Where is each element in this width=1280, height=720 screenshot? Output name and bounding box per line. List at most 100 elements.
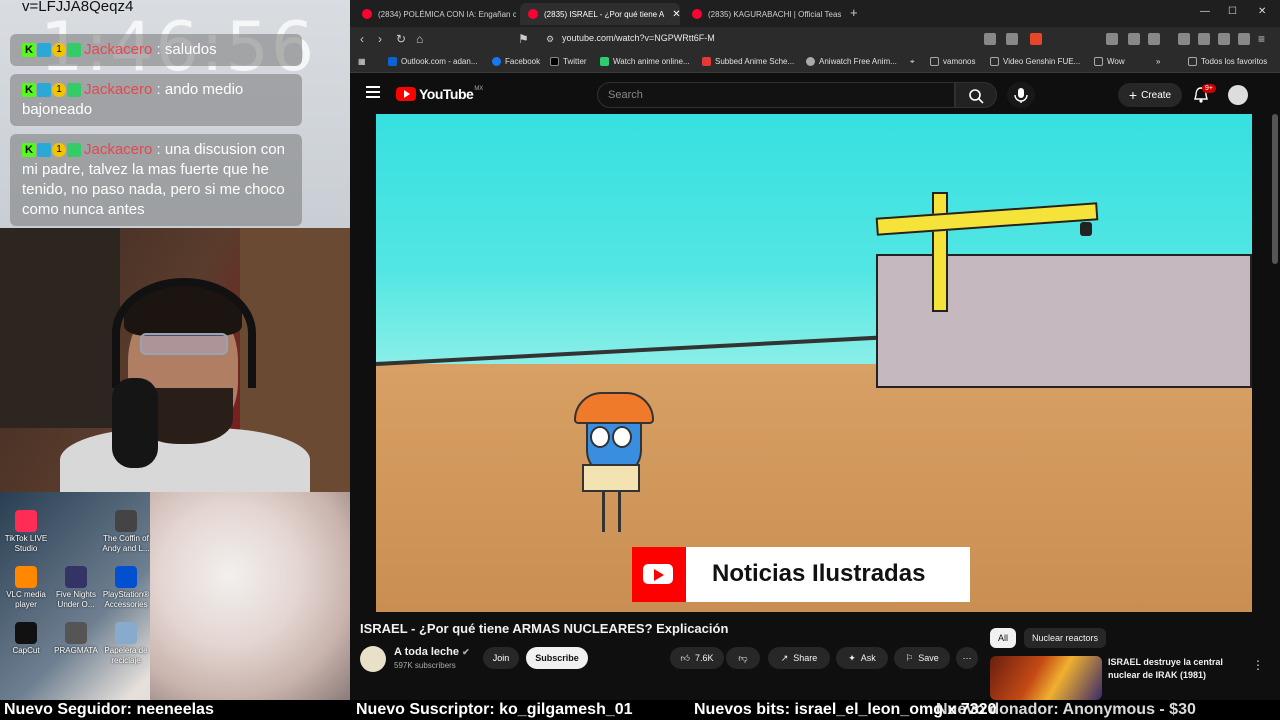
url-input[interactable]: youtube.com/watch?v=NGPWRtt6F-M	[562, 33, 715, 43]
brave-shield-icon[interactable]	[1030, 33, 1042, 45]
channel-name[interactable]: A toda leche ✔	[394, 646, 470, 658]
share-button[interactable]: ↗ Share	[768, 647, 830, 669]
share-icon: ↗	[780, 652, 789, 663]
stream-ticker: Nuevo Seguidor: neeneelas Nuevo Suscript…	[0, 700, 1280, 720]
bookmark-watch-anime[interactable]: Watch anime online...	[600, 57, 690, 66]
chat-message: K 1 Jackacero : ando medio bajoneado	[10, 74, 302, 127]
back-icon[interactable]: ‹	[360, 32, 364, 46]
desktop-icon[interactable]: TikTok LIVE Studio	[0, 510, 56, 554]
account-avatar[interactable]	[1228, 85, 1248, 105]
chat-username: Jackacero	[84, 81, 153, 98]
chat-message: K 1 Jackacero : una discusion con mi padre…	[10, 134, 302, 227]
minimize-icon[interactable]: —	[1200, 6, 1210, 17]
chat-username: Jackacero	[84, 141, 153, 158]
tab-kagurabachi[interactable]: (2835) KAGURABACHI | Official Teas	[684, 3, 846, 25]
bookmarks-bar: ▦ Outlook.com - adan... Facebook Twitter…	[350, 53, 1280, 73]
pin-icon[interactable]: ⌖	[910, 57, 915, 67]
more-actions-icon[interactable]: ⋯	[956, 647, 978, 669]
music-icon[interactable]	[1178, 33, 1190, 45]
bookmark-folder-wow[interactable]: Wow	[1094, 57, 1125, 66]
sidebar-icon[interactable]	[1148, 33, 1160, 45]
chat-username: Jackacero	[84, 41, 153, 58]
search-input[interactable]: Search	[597, 82, 955, 108]
webcam-feed	[0, 228, 350, 492]
reload-icon[interactable]: ↻	[396, 32, 406, 46]
stream-overlay: v=LFJJA8Qeqz4 1:46:56 K1Jackacero : salu…	[0, 0, 350, 700]
new-tab-icon[interactable]: +	[850, 5, 858, 20]
desktop-icon[interactable]: The Coffin of Andy and L...	[96, 510, 156, 554]
recommended-more-icon[interactable]: ⋮	[1252, 658, 1264, 672]
forward-icon[interactable]: ›	[378, 32, 382, 46]
youtube-header: YouTube MX Search + Create 9+	[350, 74, 1280, 114]
puzzle-icon[interactable]	[1128, 33, 1140, 45]
microphone-icon	[1014, 88, 1028, 103]
menu-icon[interactable]: ≡	[1258, 32, 1265, 46]
vpn-icon[interactable]	[1238, 33, 1250, 45]
youtube-favicon-icon	[362, 9, 372, 19]
maximize-icon[interactable]: ☐	[1228, 6, 1237, 17]
recommended-thumbnail[interactable]	[990, 656, 1102, 700]
chat-panel: v=LFJJA8Qeqz4 1:46:56 K1Jackacero : salu…	[0, 0, 350, 228]
close-tab-icon[interactable]: ✕	[672, 9, 680, 20]
notification-count-badge: 9+	[1202, 84, 1216, 93]
leo-icon[interactable]	[1218, 33, 1230, 45]
youtube-play-icon	[396, 87, 416, 101]
extension-icon[interactable]	[1106, 33, 1118, 45]
share-page-icon[interactable]	[1006, 33, 1018, 45]
thumbs-down-icon: 👎︎	[738, 652, 748, 663]
create-button[interactable]: + Create	[1118, 83, 1182, 107]
bookmark-icon[interactable]: ⚑	[518, 32, 529, 46]
chip-all[interactable]: All	[990, 628, 1017, 648]
chat-badges: K1	[22, 140, 82, 160]
wallet-icon[interactable]	[1198, 33, 1210, 45]
channel-avatar[interactable]	[360, 646, 386, 672]
home-icon[interactable]: ⌂	[416, 32, 423, 46]
plus-icon: +	[1128, 87, 1138, 103]
microphone	[112, 378, 158, 468]
browser-window: (2834) POLÉMICA CON IA: Engañan c (2835)…	[350, 0, 1280, 700]
video-player[interactable]: Noticias Ilustradas	[376, 114, 1252, 612]
voice-search-button[interactable]	[1007, 82, 1035, 108]
join-button[interactable]: Join	[483, 647, 519, 669]
bookmark-outlook[interactable]: Outlook.com - adan...	[388, 57, 477, 66]
search-icon	[969, 89, 984, 104]
ask-button[interactable]: ✦ Ask	[836, 647, 888, 669]
video-title: ISRAEL - ¿Por qué tiene ARMAS NUCLEARES?…	[360, 621, 729, 636]
bookmark-twitter[interactable]: Twitter	[550, 57, 587, 66]
recommended-title[interactable]: ISRAEL destruye la central nuclear de IR…	[1108, 656, 1248, 682]
subscribe-button[interactable]: Subscribe	[526, 647, 588, 669]
screen-icon[interactable]	[984, 33, 996, 45]
bookmark-save-icon: ⚐	[905, 652, 914, 663]
crane-illustration	[932, 192, 948, 312]
dislike-button[interactable]: 👎︎	[726, 647, 760, 669]
chip-nuclear-reactors[interactable]: Nuclear reactors	[1024, 628, 1107, 648]
thumbs-up-icon: 👍︎	[680, 652, 690, 663]
sparkle-icon: ✦	[848, 652, 856, 663]
chat-badges: K1	[22, 40, 82, 60]
save-button[interactable]: ⚐ Save	[894, 647, 950, 669]
tab-polemica[interactable]: (2834) POLÉMICA CON IA: Engañan c	[354, 3, 516, 25]
chat-message: K 1 Jackacero : saludos	[10, 34, 302, 67]
bookmark-folder-genshin[interactable]: Video Genshin FUE...	[990, 57, 1080, 66]
desktop-icon[interactable]: Papelera de reciclaje	[96, 622, 156, 666]
more-bookmarks-icon[interactable]: »	[1156, 57, 1160, 66]
desktop-icon[interactable]: PlayStation® Accessories	[96, 566, 156, 610]
apps-icon[interactable]: ▦	[358, 57, 366, 66]
bookmark-folder-vamonos[interactable]: vamonos	[930, 57, 975, 66]
hamburger-menu-icon[interactable]	[366, 86, 380, 98]
tab-israel[interactable]: (2835) ISRAEL - ¿Por qué tiene A ✕	[520, 3, 680, 25]
like-button[interactable]: 👍︎ 7.6K	[670, 647, 724, 669]
search-button[interactable]	[955, 82, 997, 108]
recommended-video[interactable]: ISRAEL destruye la central nuclear de IR…	[990, 656, 1280, 700]
bookmark-all-favorites[interactable]: Todos los favoritos	[1188, 57, 1267, 66]
chat-text: : saludos	[156, 41, 217, 58]
site-info-icon[interactable]: ⚙	[546, 34, 554, 45]
bookmark-subbed-anime[interactable]: Subbed Anime Sche...	[702, 57, 794, 66]
bookmark-aniwatch[interactable]: Aniwatch Free Anim...	[806, 57, 897, 66]
address-bar: ‹ › ↻ ⌂ ⚑ ⚙ youtube.com/watch?v=NGPWRtt6…	[350, 27, 1280, 53]
bookmark-facebook[interactable]: Facebook	[492, 57, 540, 66]
scrollbar[interactable]	[1272, 114, 1278, 264]
close-window-icon[interactable]: ✕	[1258, 6, 1266, 17]
youtube-logo[interactable]: YouTube MX	[396, 86, 483, 102]
youtube-favicon-icon	[528, 9, 538, 19]
